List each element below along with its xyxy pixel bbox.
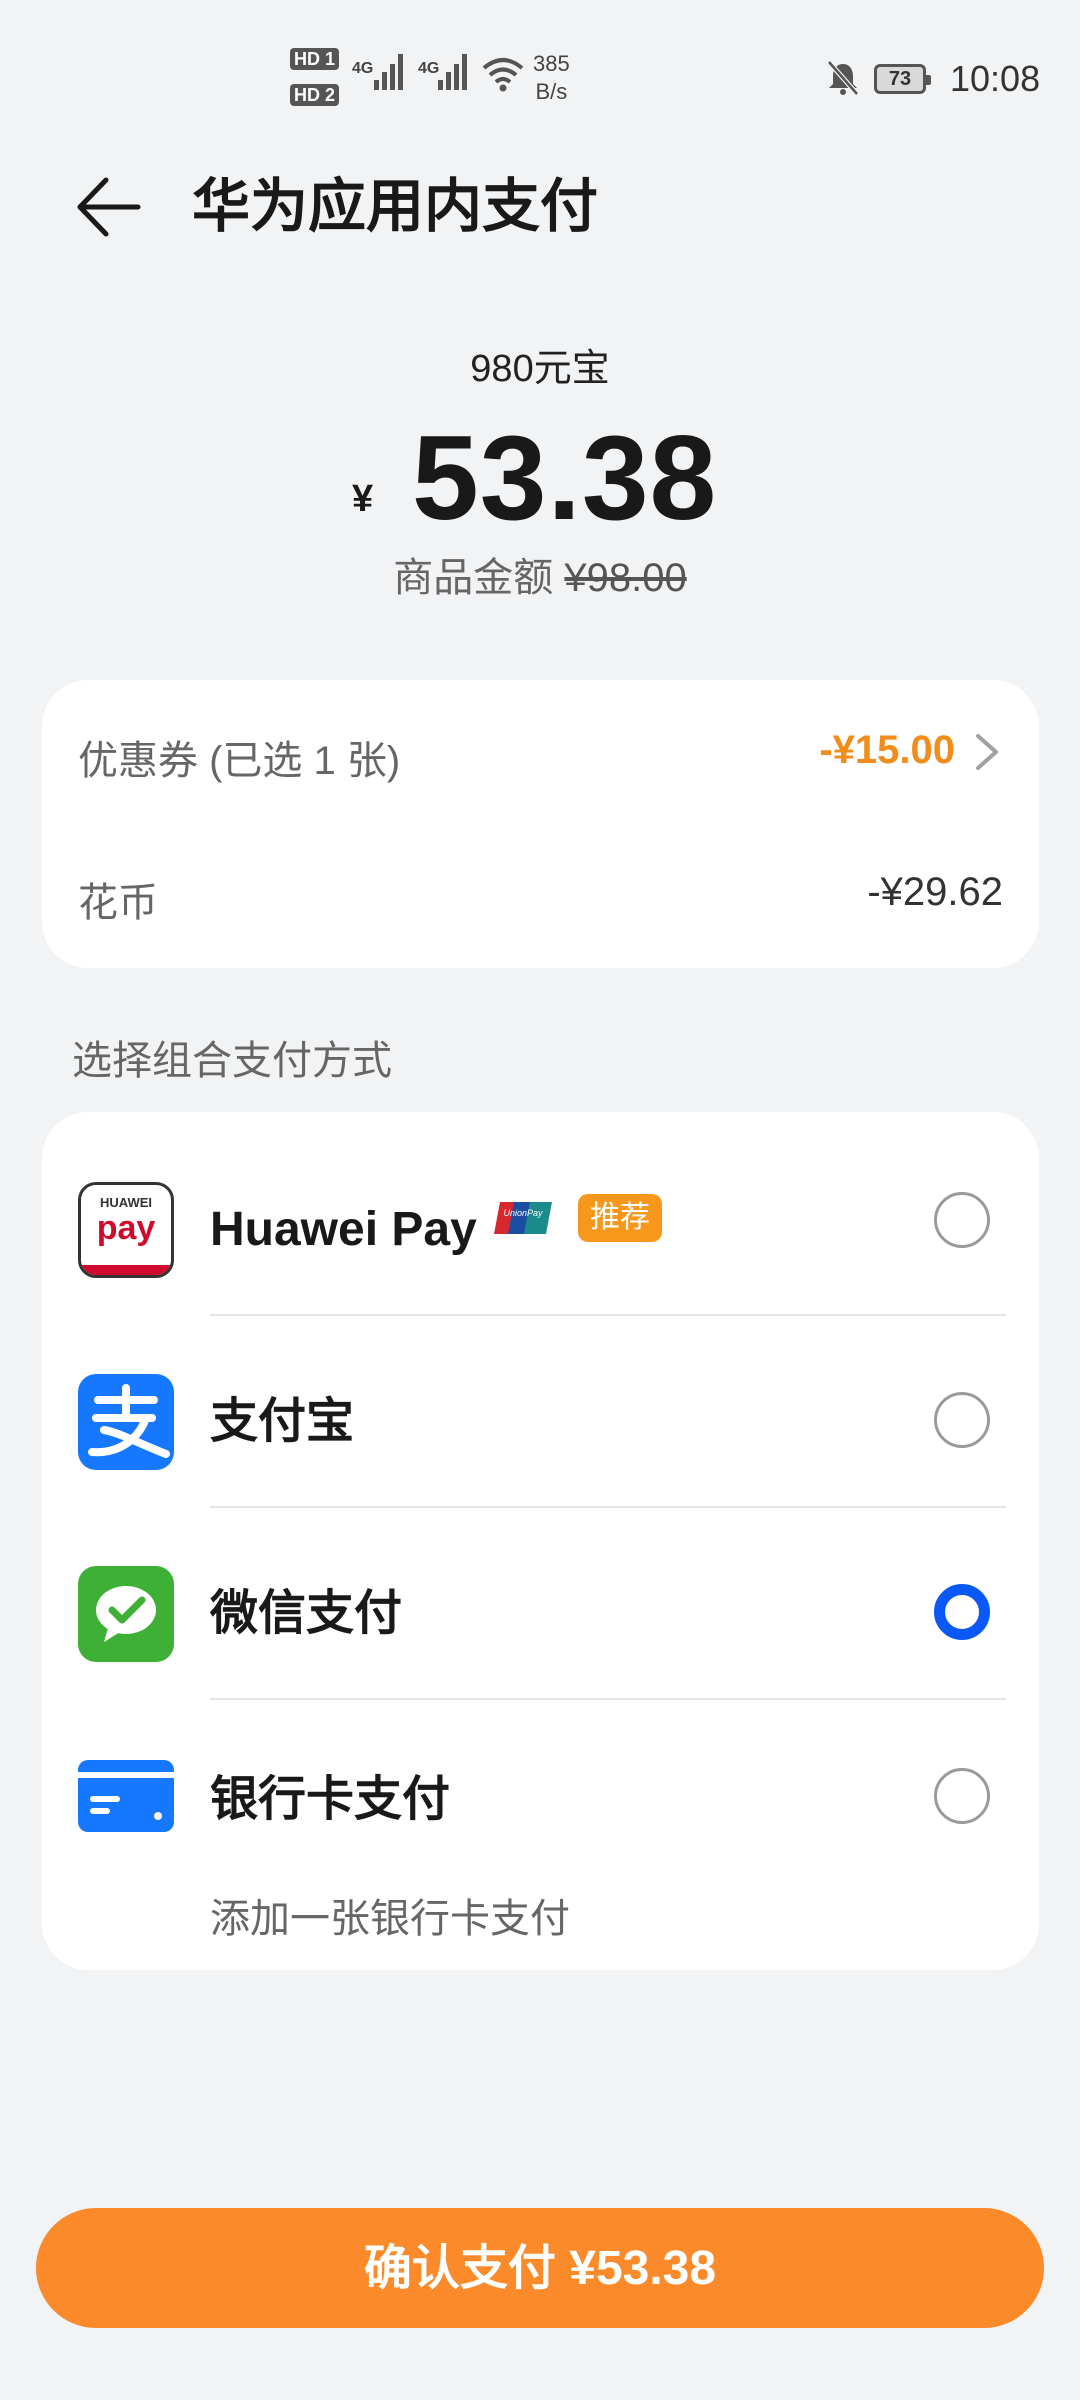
hd-badge-2: HD 2 <box>290 84 340 106</box>
currency-symbol: ¥ <box>352 478 374 520</box>
coins-label: 花币 <box>78 881 158 925</box>
radio-bank-card[interactable] <box>934 1768 990 1824</box>
original-price-line: 商品金额 ¥98.00 <box>0 552 1080 604</box>
bell-muted-icon <box>827 60 859 96</box>
chevron-right-icon <box>976 734 998 770</box>
radio-alipay[interactable] <box>934 1392 990 1448</box>
recommended-badge: 推荐 <box>578 1194 662 1242</box>
payment-method-bank-card[interactable]: 银行卡支付 <box>42 1696 1039 1888</box>
payment-method-name: Huawei Pay <box>210 1203 477 1256</box>
hd-badge-1: HD 1 <box>290 48 340 70</box>
payment-amount: 53.38 <box>412 411 718 545</box>
battery-icon: 73 <box>874 64 931 94</box>
page-title: 华为应用内支付 <box>192 174 599 239</box>
wechat-pay-icon <box>78 1566 174 1662</box>
bank-card-icon <box>78 1760 174 1832</box>
payment-method-name: 银行卡支付 <box>210 1773 451 1826</box>
coupon-row[interactable]: 优惠券 (已选 1 张) -¥15.00 <box>42 680 1039 824</box>
payment-methods-title: 选择组合支付方式 <box>72 1039 392 1083</box>
huawei-pay-icon: HUAWEI pay <box>78 1182 174 1278</box>
unionpay-icon: UnionPay <box>494 1202 552 1234</box>
payment-method-name: 微信支付 <box>210 1587 403 1640</box>
payment-methods-card: HUAWEI pay Huawei Pay UnionPay 推荐 支付宝 微信… <box>42 1112 1039 1970</box>
radio-wechat-pay[interactable] <box>934 1584 990 1640</box>
signal-icon-1 <box>374 54 403 90</box>
original-price-label: 商品金额 <box>393 556 554 600</box>
confirm-payment-button[interactable]: 确认支付 ¥53.38 <box>36 2208 1044 2328</box>
payment-method-wechat-pay[interactable]: 微信支付 <box>42 1504 1039 1696</box>
wifi-icon <box>482 58 524 92</box>
status-bar: HD 1 HD 2 4G 4G 385 B/s 73 10:08 <box>0 0 1080 150</box>
net-speed: 385 B/s <box>533 51 570 104</box>
svg-text:UnionPay: UnionPay <box>503 1208 543 1218</box>
discounts-card: 优惠券 (已选 1 张) -¥15.00 花币 -¥29.62 <box>42 680 1039 968</box>
add-bank-card-link[interactable]: 添加一张银行卡支付 <box>210 1886 570 1944</box>
coins-value: -¥29.62 <box>867 870 1003 914</box>
payment-method-alipay[interactable]: 支付宝 <box>42 1312 1039 1504</box>
clock: 10:08 <box>950 58 1041 99</box>
signal-icon-2 <box>438 54 467 90</box>
payment-method-name: 支付宝 <box>210 1395 355 1448</box>
coupon-label: 优惠券 (已选 1 张) <box>78 739 401 783</box>
back-arrow-icon[interactable] <box>74 172 144 242</box>
coupon-value: -¥15.00 <box>819 728 955 772</box>
product-name: 980元宝 <box>470 348 610 390</box>
network-type-1: 4G <box>352 60 374 77</box>
alipay-icon <box>78 1374 174 1470</box>
original-price: ¥98.00 <box>564 556 687 600</box>
radio-huawei-pay[interactable] <box>934 1192 990 1248</box>
